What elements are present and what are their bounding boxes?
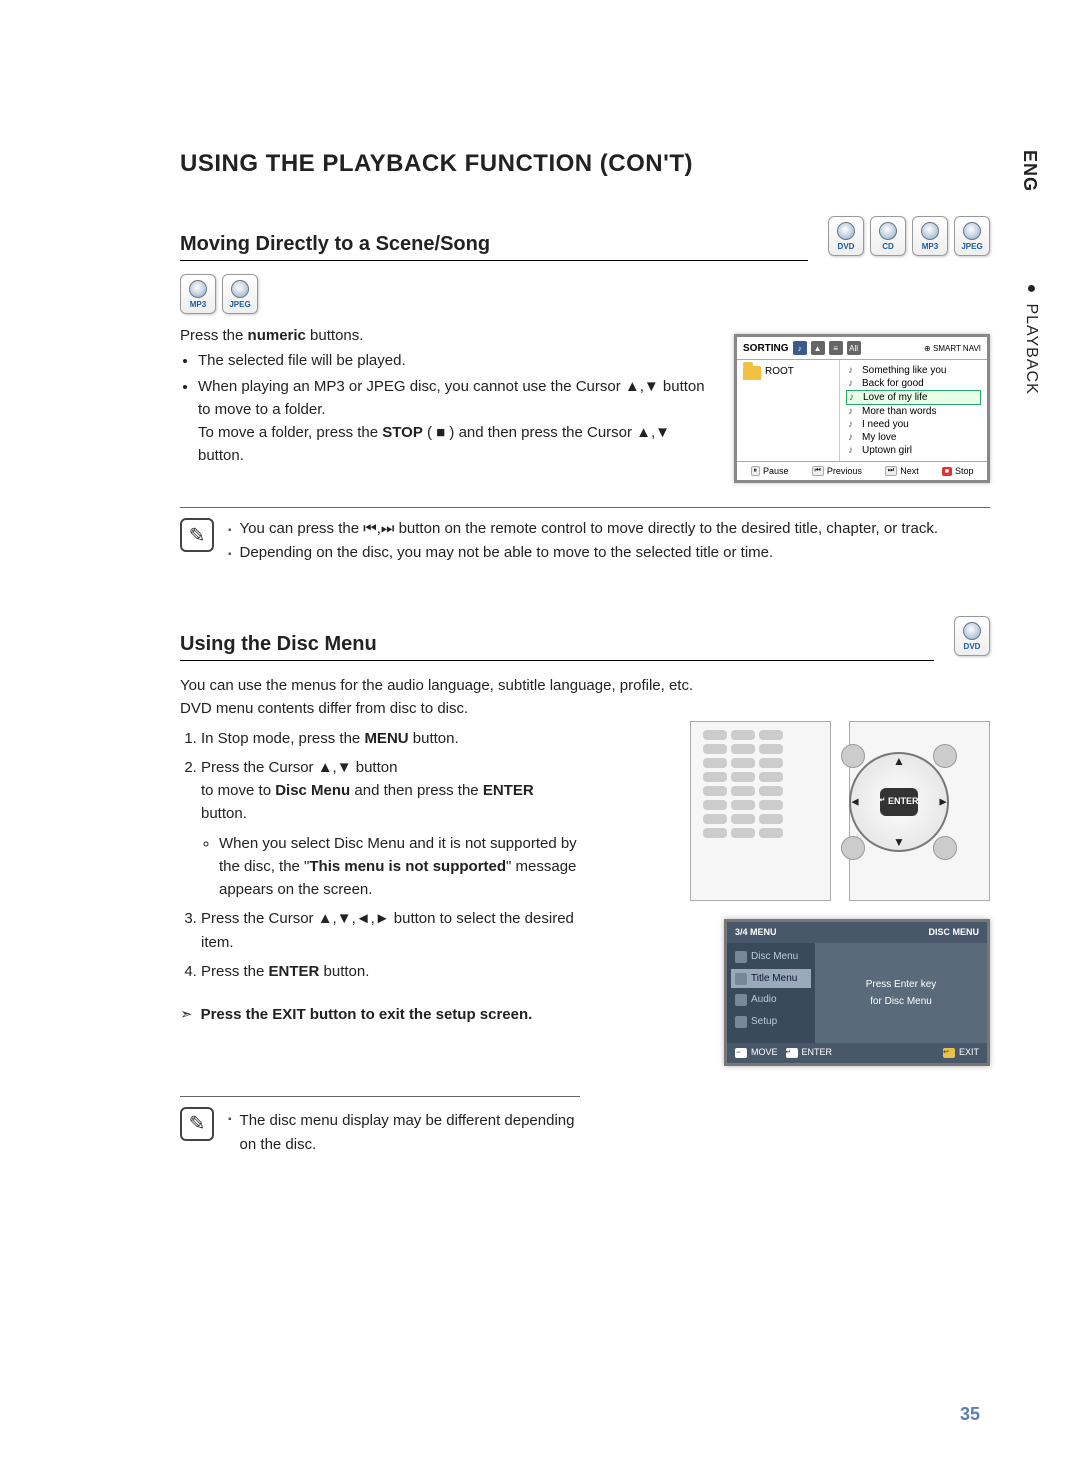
osd-menu-item-selected: Title Menu [731,969,811,989]
language-tab: ENG [1019,150,1040,192]
root-folder-icon [743,366,761,380]
up-arrow-icon: ▲ [893,752,905,771]
note-item: You can press the ⏮,⏭ button on the remo… [228,520,990,542]
page-number: 35 [960,1404,980,1425]
gear-icon [735,1016,747,1028]
root-folder-label: ROOT [765,366,794,377]
section2-heading: Using the Disc Menu [180,633,934,661]
list-item: ♪More than words [846,405,981,418]
title-menu-icon [735,973,747,985]
badge-jpeg: JPEG [954,216,990,256]
list-item: ♪I need you [846,418,981,431]
s1-bullet-2: When playing an MP3 or JPEG disc, you ca… [198,375,714,468]
s2-step-2-sub: When you select Disc Menu and it is not … [219,832,580,902]
right-arrow-icon: ► [937,792,949,811]
note-item: The disc menu display may be different d… [228,1109,580,1156]
badge-jpeg-s1: JPEG [222,274,258,314]
note-icon: ✎ [180,1107,214,1141]
corner-button-icon [933,744,957,768]
note-icon: ✎ [180,518,214,552]
dpad: ▲ ▼ ◄ ► ↵ ENTER [839,742,959,862]
music-note-icon: ♪ [848,379,858,389]
s1-bullet-1: The selected file will be played. [198,349,714,372]
s2-step-4: Press the ENTER button. [201,960,580,983]
osd-message-1: Press Enter key [866,977,937,993]
all-tab-icon: All [847,341,861,355]
section-tab-label: PLAYBACK [1023,303,1040,394]
osd-title-left: 3/4 MENU [735,926,777,940]
badge-mp3-s1: MP3 [180,274,216,314]
osd-menu-item: Setup [731,1012,811,1032]
corner-button-icon [933,836,957,860]
sorting-panel: SORTING ♪ ▲ ≡ All ⊕ SMART NAVI ROOT ♪Som… [734,334,990,483]
list-item: ♪Something like you [846,364,981,377]
list-item-selected: ♪Love of my life [846,390,981,405]
movie-tab-icon: ≡ [829,341,843,355]
section1-heading: Moving Directly to a Scene/Song [180,233,808,261]
disc-menu-icon [735,951,747,963]
s2-paragraph-2: DVD menu contents differ from disc to di… [180,697,990,720]
music-tab-icon: ♪ [793,341,807,355]
s2-paragraph-1: You can use the menus for the audio lang… [180,674,990,697]
section1-body: Press the numeric buttons. The selected … [180,324,714,474]
osd-menu-item: Disc Menu [731,947,811,967]
remote-button-grid [703,730,783,838]
page-title: USING THE PLAYBACK FUNCTION (CON'T) [180,150,990,178]
s2-step-2: Press the Cursor ▲,▼ button to move to D… [201,756,580,902]
music-note-icon: ♪ [848,420,858,430]
media-badges-top: DVD CD MP3 JPEG [828,216,990,256]
music-note-icon: ♪ [849,393,859,403]
list-item: ♪Uptown girl [846,444,981,457]
exit-instruction: Press the EXIT button to exit the setup … [180,1003,580,1026]
media-badges-s1: MP3 JPEG [180,274,990,314]
down-arrow-icon: ▼ [893,833,905,852]
photo-tab-icon: ▲ [811,341,825,355]
note-item: Depending on the disc, you may not be ab… [228,544,990,566]
s2-step-1: In Stop mode, press the MENU button. [201,727,580,750]
osd-message-2: for Disc Menu [870,994,932,1010]
section-tab: ● PLAYBACK [1022,280,1040,395]
music-note-icon: ♪ [848,407,858,417]
s2-step-3: Press the Cursor ▲,▼,◄,► button to selec… [201,907,580,954]
music-note-icon: ♪ [848,433,858,443]
remote-diagram: ▲ ▼ ◄ ► ↵ ENTER [690,721,990,901]
song-list: ♪Something like you ♪Back for good ♪Love… [840,360,987,461]
enter-button: ↵ ENTER [880,788,918,816]
music-note-icon: ♪ [848,446,858,456]
left-arrow-icon: ◄ [849,792,861,811]
corner-button-icon [841,744,865,768]
osd-title-right: DISC MENU [928,926,979,940]
badge-mp3: MP3 [912,216,948,256]
corner-button-icon [841,836,865,860]
badge-dvd-s2: DVD [954,616,990,656]
media-badges-s2: DVD [954,616,990,656]
music-note-icon: ♪ [848,366,858,376]
disc-menu-osd: 3/4 MENU DISC MENU Disc Menu Title Menu … [724,919,990,1067]
section2-notes: ✎ The disc menu display may be different… [180,1096,580,1158]
audio-icon [735,994,747,1006]
osd-menu-item: Audio [731,990,811,1010]
badge-cd: CD [870,216,906,256]
list-item: ♪My love [846,431,981,444]
section1-notes: ✎ You can press the ⏮,⏭ button on the re… [180,507,990,568]
list-item: ♪Back for good [846,377,981,390]
badge-dvd: DVD [828,216,864,256]
sorting-label: SORTING [743,343,789,354]
